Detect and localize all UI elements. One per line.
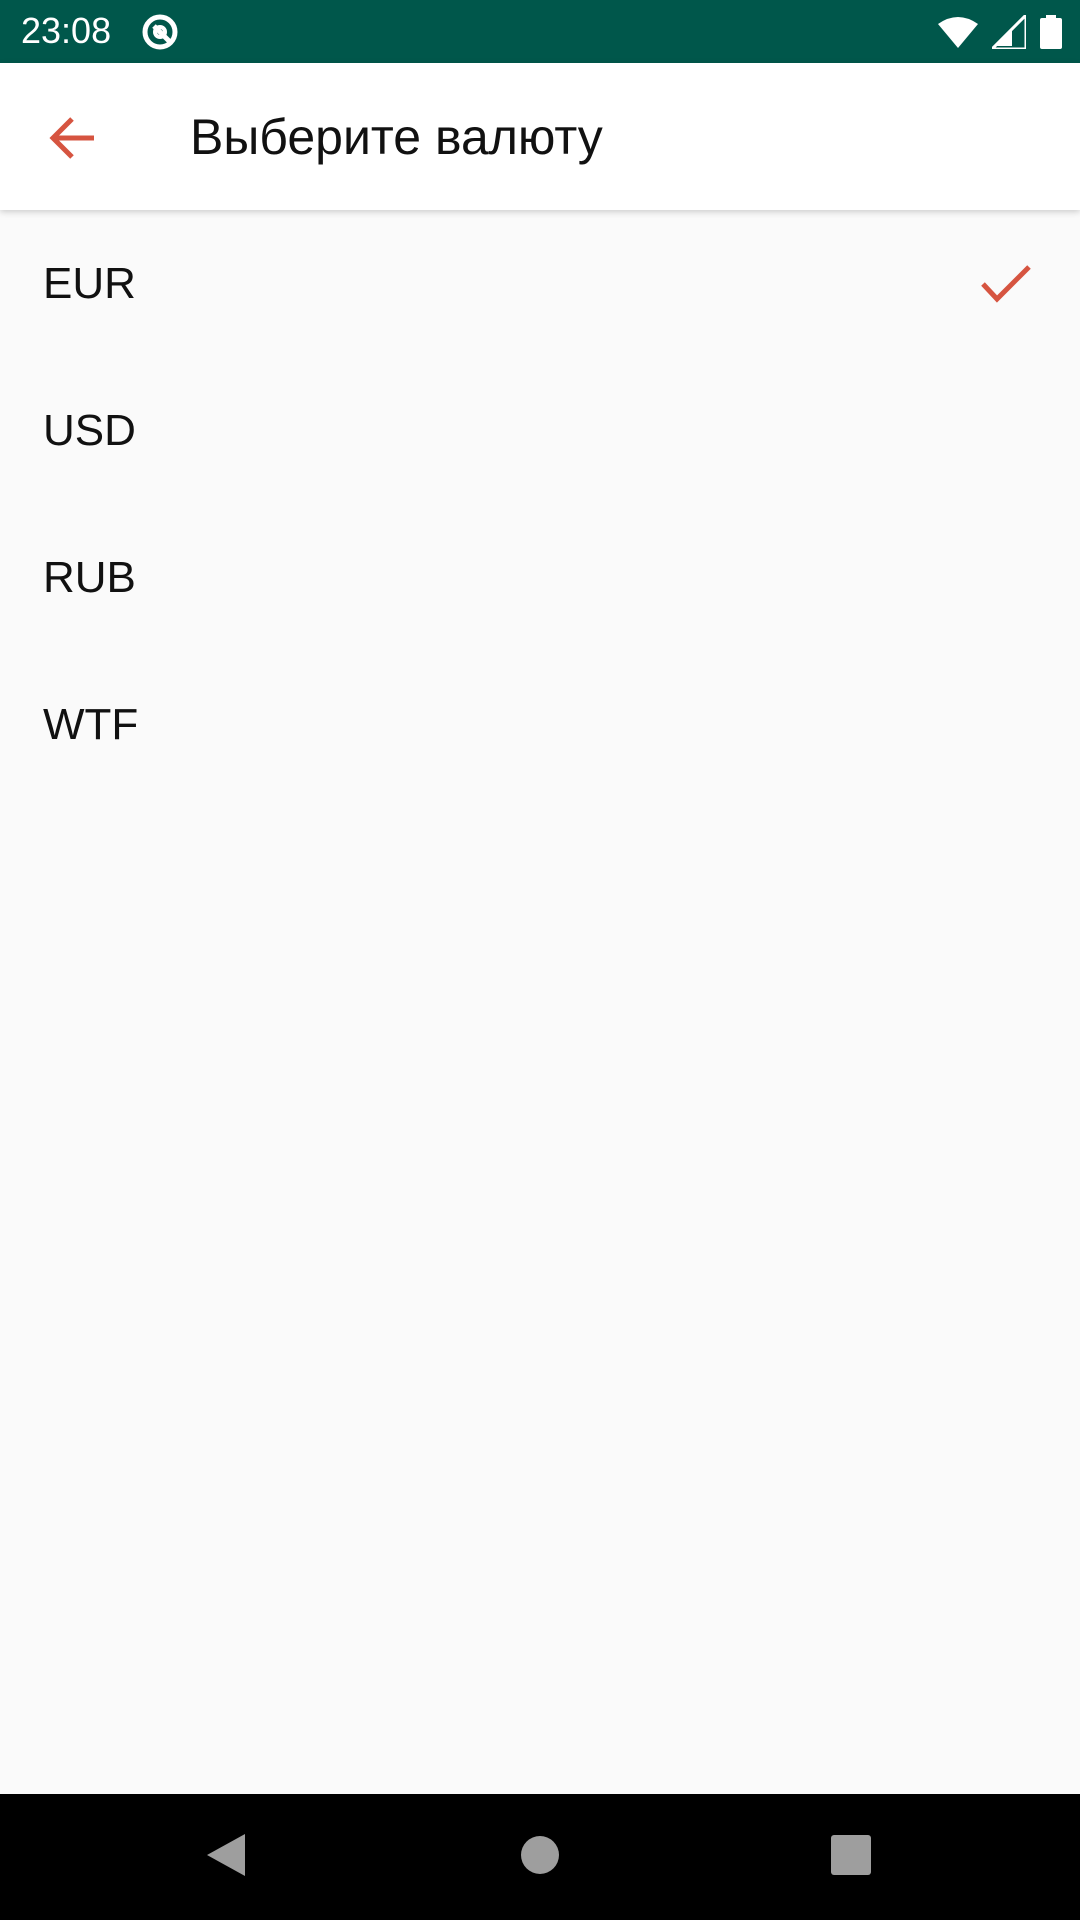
nav-back-button[interactable] <box>190 1822 260 1892</box>
currency-label: EUR <box>43 258 136 308</box>
currency-list: EUR USD RUB WTF <box>0 210 1080 798</box>
arrow-back-icon <box>48 116 98 165</box>
currency-label: RUB <box>43 552 136 602</box>
currency-label: WTF <box>43 699 139 749</box>
status-time: 23:08 <box>21 10 112 51</box>
back-button[interactable] <box>30 97 116 183</box>
nav-recents-icon <box>831 1834 871 1880</box>
app-bar: Выберите валюту <box>0 63 1080 210</box>
nav-recents-button[interactable] <box>816 1822 886 1892</box>
page-title: Выберите валюту <box>190 109 603 165</box>
wifi-icon <box>938 16 978 48</box>
currency-item-rub[interactable]: RUB <box>0 504 1080 651</box>
currency-item-wtf[interactable]: WTF <box>0 651 1080 798</box>
app-notification-icon <box>140 12 180 52</box>
nav-home-icon <box>520 1835 560 1880</box>
status-bar: 23:08 <box>0 0 1080 63</box>
currency-label: USD <box>43 405 136 455</box>
currency-item-usd[interactable]: USD <box>0 357 1080 504</box>
currency-item-eur[interactable]: EUR <box>0 210 1080 357</box>
battery-icon <box>1040 15 1062 49</box>
check-icon <box>980 264 1032 304</box>
navigation-bar <box>0 1794 1080 1920</box>
nav-back-icon <box>203 1832 247 1883</box>
status-icons <box>938 12 1062 52</box>
signal-icon <box>992 15 1026 49</box>
nav-home-button[interactable] <box>505 1822 575 1892</box>
